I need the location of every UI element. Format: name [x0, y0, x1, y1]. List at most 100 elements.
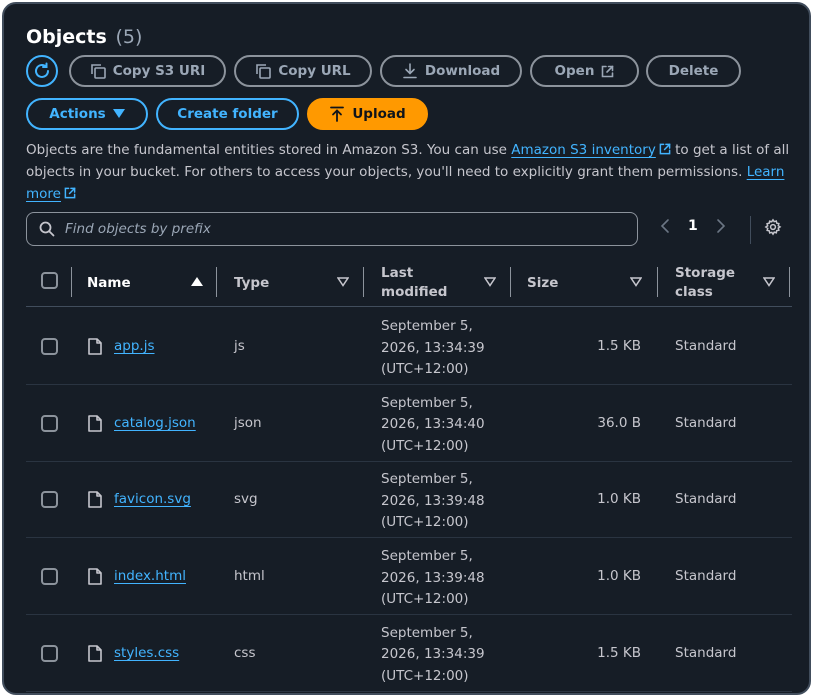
- caret-down-icon: [112, 109, 125, 118]
- create-folder-button[interactable]: Create folder: [156, 98, 299, 130]
- select-all-checkbox[interactable]: [41, 272, 58, 289]
- row-checkbox[interactable]: [41, 491, 58, 509]
- page-title: Objects (5): [26, 26, 142, 48]
- table-row[interactable]: styles.css css September 5, 2026, 13:34:39 (…: [26, 615, 792, 692]
- open-button[interactable]: Open: [530, 55, 639, 87]
- row-checkbox[interactable]: [41, 644, 58, 662]
- copy-s3-uri-button[interactable]: Copy S3 URI: [69, 55, 226, 87]
- last-modified-date: September 5,: [381, 624, 473, 641]
- row-checkbox[interactable]: [41, 338, 58, 355]
- column-header-name-label: Name: [87, 274, 131, 291]
- row-checkbox[interactable]: [41, 414, 58, 432]
- download-button[interactable]: Download: [380, 55, 522, 87]
- sort-icon[interactable]: [484, 277, 496, 287]
- object-size: 1.0 KB: [597, 491, 641, 508]
- page-number[interactable]: 1: [688, 218, 698, 234]
- object-name-link[interactable]: app.js: [114, 338, 155, 354]
- sort-icon[interactable]: [337, 277, 349, 287]
- last-modified-time: 2026, 13:39:48: [381, 492, 485, 509]
- upload-label: Upload: [352, 106, 406, 122]
- upload-button[interactable]: Upload: [307, 98, 428, 130]
- file-icon: [88, 491, 102, 509]
- object-last-modified: September 5, 2026, 13:34:39 (UTC+12:00): [381, 316, 511, 381]
- pagination: 1: [660, 218, 726, 234]
- last-modified-date: September 5,: [381, 548, 473, 565]
- object-name-link[interactable]: styles.css: [114, 645, 179, 661]
- object-size: 1.5 KB: [597, 644, 641, 661]
- column-header-name[interactable]: Name: [87, 259, 131, 307]
- chevron-right-icon[interactable]: [716, 218, 726, 234]
- column-divider: [657, 267, 658, 297]
- object-last-modified: September 5, 2026, 13:39:48 (UTC+12:00): [381, 469, 511, 534]
- object-last-modified: September 5, 2026, 13:34:39 (UTC+12:00): [381, 623, 511, 688]
- column-header-last-modified-label: Last modified: [381, 265, 448, 300]
- search-icon: [39, 221, 55, 237]
- s3-inventory-link[interactable]: Amazon S3 inventory: [511, 142, 671, 158]
- column-header-size-label: Size: [527, 274, 559, 291]
- object-size: 1.5 KB: [597, 338, 641, 354]
- objects-description: Objects are the fundamental entities sto…: [26, 139, 796, 205]
- sort-icon[interactable]: [763, 277, 775, 287]
- column-divider: [71, 267, 72, 297]
- copy-url-button[interactable]: Copy URL: [234, 55, 372, 87]
- column-divider: [789, 267, 790, 297]
- object-last-modified: September 5, 2026, 13:34:40 (UTC+12:00): [381, 393, 511, 458]
- object-storage-class: Standard: [675, 414, 737, 431]
- actions-label: Actions: [49, 106, 106, 122]
- copy-url-label: Copy URL: [278, 63, 351, 79]
- column-header-storage-class[interactable]: Storage class: [675, 259, 745, 307]
- file-icon: [88, 414, 102, 432]
- last-modified-time: 2026, 13:39:48: [381, 569, 485, 586]
- description-text: Objects are the fundamental entities sto…: [26, 142, 512, 158]
- search-input[interactable]: [65, 221, 637, 237]
- object-storage-class: Standard: [675, 491, 737, 508]
- last-modified-timezone: (UTC+12:00): [381, 667, 469, 684]
- gear-icon[interactable]: [764, 218, 782, 236]
- refresh-button[interactable]: [26, 55, 58, 87]
- last-modified-time: 2026, 13:34:39: [381, 339, 485, 356]
- actions-dropdown[interactable]: Actions: [26, 98, 148, 130]
- delete-label: Delete: [668, 63, 719, 79]
- column-divider: [363, 267, 364, 297]
- column-header-last-modified[interactable]: Last modified: [381, 259, 471, 307]
- download-label: Download: [424, 63, 501, 79]
- object-count: (5): [115, 26, 143, 48]
- object-type: html: [234, 568, 265, 585]
- last-modified-timezone: (UTC+12:00): [381, 361, 469, 377]
- sort-icon[interactable]: [630, 277, 642, 287]
- copy-icon: [90, 64, 106, 79]
- upload-icon: [330, 106, 345, 122]
- table-row[interactable]: favicon.svg svg September 5, 2026, 13:39:48…: [26, 461, 792, 539]
- delete-button[interactable]: Delete: [646, 55, 741, 87]
- object-type: json: [234, 414, 262, 431]
- file-icon: [88, 568, 102, 585]
- column-header-type-label: Type: [234, 274, 270, 291]
- object-name-link[interactable]: catalog.json: [114, 415, 196, 431]
- last-modified-timezone: (UTC+12:00): [381, 591, 469, 608]
- search-box[interactable]: [26, 212, 638, 246]
- last-modified-date: September 5,: [381, 318, 473, 334]
- sort-ascending-icon[interactable]: [191, 277, 203, 287]
- title-text: Objects: [26, 26, 107, 48]
- table-row[interactable]: index.html html September 5, 2026, 13:39:48…: [26, 538, 792, 616]
- table-row[interactable]: catalog.json json September 5, 2026, 13:34:…: [26, 385, 792, 462]
- column-divider: [216, 267, 217, 297]
- copy-icon: [256, 64, 272, 79]
- object-size: 1.0 KB: [597, 568, 641, 585]
- object-storage-class: Standard: [675, 644, 737, 661]
- column-header-type[interactable]: Type: [234, 259, 269, 307]
- column-header-size[interactable]: Size: [527, 259, 558, 307]
- object-storage-class: Standard: [675, 338, 737, 354]
- object-type: js: [234, 338, 245, 354]
- copy-s3-uri-label: Copy S3 URI: [112, 63, 206, 79]
- object-type: css: [234, 644, 256, 661]
- table-row[interactable]: app.js js September 5, 2026, 13:34:39 (UTC+1…: [26, 308, 792, 385]
- open-label: Open: [554, 63, 595, 79]
- object-name-link[interactable]: index.html: [114, 568, 186, 584]
- refresh-icon: [35, 62, 49, 78]
- file-icon: [88, 644, 102, 662]
- row-checkbox[interactable]: [41, 568, 58, 586]
- last-modified-date: September 5,: [381, 471, 473, 488]
- object-name-link[interactable]: favicon.svg: [114, 491, 191, 507]
- chevron-left-icon[interactable]: [660, 218, 670, 234]
